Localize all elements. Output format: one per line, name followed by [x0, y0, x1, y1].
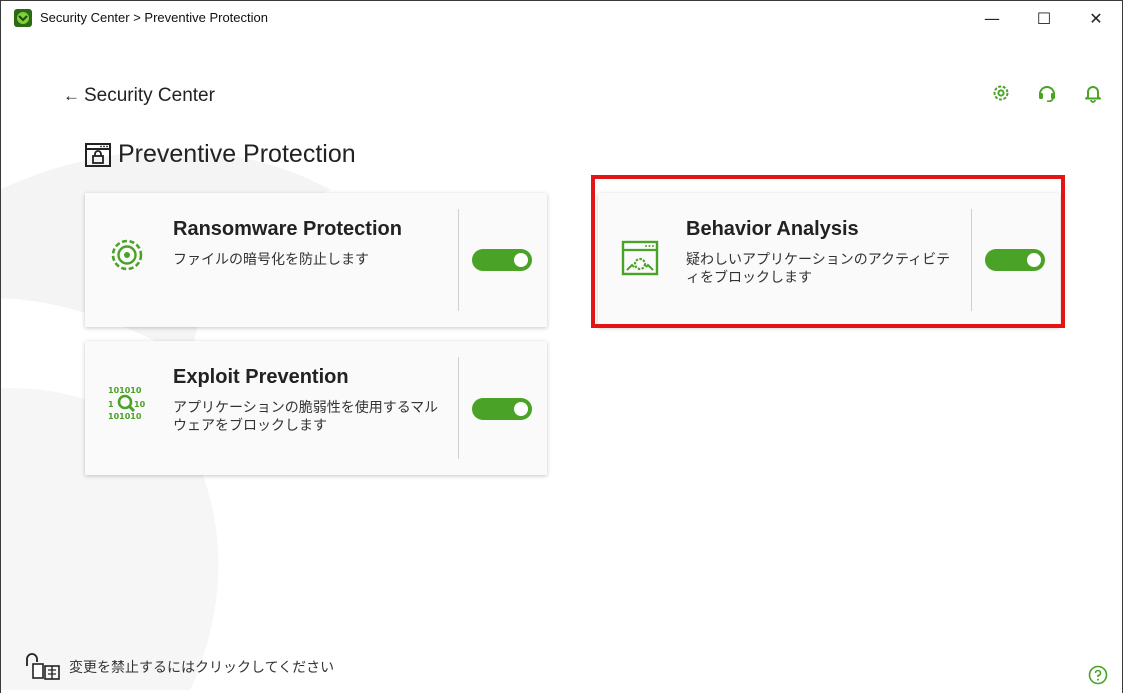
card-divider: [458, 357, 459, 459]
app-logo-icon: [14, 8, 32, 27]
ransomware-gear-icon: [111, 239, 143, 271]
header-toolbar: [990, 82, 1104, 104]
svg-text:10: 10: [134, 400, 146, 409]
svg-text:101010: 101010: [108, 412, 142, 421]
unlocked-padlock-icon: [26, 653, 60, 680]
card-title: Behavior Analysis: [686, 218, 859, 240]
behavior-analysis-card[interactable]: Behavior Analysis 疑わしいアプリケーションのアクティビティをブ…: [598, 193, 1060, 327]
toggle-knob: [1027, 253, 1041, 267]
behavior-analysis-toggle[interactable]: [985, 249, 1045, 271]
app-window: Security Center > Preventive Protection …: [0, 0, 1123, 693]
window-controls: — ☐ ✕: [966, 1, 1122, 35]
settings-icon[interactable]: [990, 82, 1012, 104]
page-title: Preventive Protection: [118, 140, 356, 168]
toggle-knob: [514, 402, 528, 416]
help-icon[interactable]: [1088, 665, 1108, 685]
card-divider: [971, 209, 972, 311]
back-arrow-icon: ←: [63, 86, 80, 105]
svg-text:1: 1: [108, 400, 114, 409]
window-title: Security Center > Preventive Protection: [40, 10, 268, 25]
exploit-prevention-toggle[interactable]: [472, 398, 532, 420]
card-description: 疑わしいアプリケーションのアクティビティをブロックします: [686, 252, 951, 286]
card-title: Exploit Prevention: [173, 366, 349, 388]
support-icon[interactable]: [1036, 82, 1058, 104]
card-divider: [458, 209, 459, 311]
page-header: Preventive Protection: [84, 140, 356, 169]
toggle-knob: [514, 253, 528, 267]
card-description: ファイルの暗号化を防止します: [173, 252, 369, 268]
exploit-prevention-card[interactable]: 101010 1 10 101010 Exploit Prevention アプ…: [85, 341, 547, 475]
preventive-protection-icon: [85, 142, 111, 167]
lock-settings-label: 変更を禁止するにはクリックしてください: [69, 660, 335, 676]
card-description: アプリケーションの脆弱性を使用するマルウェアをブロックします: [173, 400, 439, 434]
notifications-icon[interactable]: [1082, 82, 1104, 104]
back-link-label: Security Center: [84, 85, 215, 106]
close-button[interactable]: ✕: [1070, 1, 1122, 35]
title-bar: Security Center > Preventive Protection …: [1, 0, 1122, 34]
minimize-button[interactable]: —: [966, 1, 1018, 35]
exploit-binary-search-icon: 101010 1 10 101010: [108, 386, 146, 421]
card-title: Ransomware Protection: [173, 218, 402, 240]
svg-text:101010: 101010: [108, 386, 142, 395]
ransomware-protection-toggle[interactable]: [472, 249, 532, 271]
lock-settings-button[interactable]: 変更を禁止するにはクリックしてください: [25, 652, 334, 682]
maximize-button[interactable]: ☐: [1018, 1, 1070, 35]
ransomware-protection-card[interactable]: Ransomware Protection ファイルの暗号化を防止します: [85, 193, 547, 327]
back-to-security-center-link[interactable]: ← Security Center: [63, 85, 215, 107]
behavior-analysis-icon: [621, 240, 659, 276]
